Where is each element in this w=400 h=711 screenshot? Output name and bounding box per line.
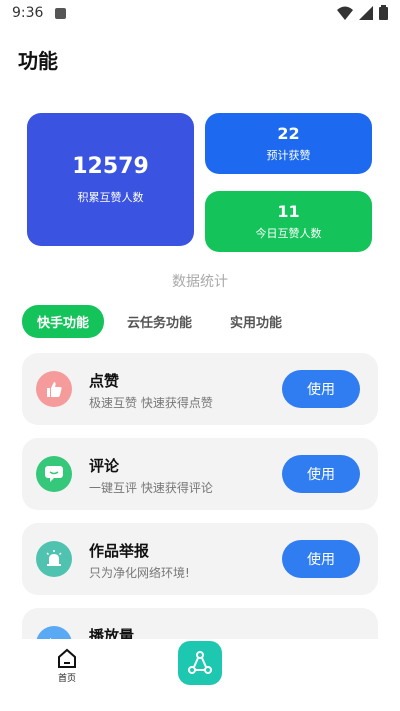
expected-likes-value: 22 [277,124,300,143]
tab-kuaishou-features[interactable]: 快手功能 [22,305,105,338]
feature-like-title: 点赞 [89,372,120,390]
nav-home-label: 首页 [57,674,76,684]
triangle-nodes-icon [188,651,212,674]
feature-report-card: 作品举报 只为净化网络环境! 使用 [22,523,378,595]
page-title: 功能 [18,49,58,73]
expected-likes-label: 预计获赞 [266,149,311,162]
report-use-button[interactable]: 使用 [282,540,360,578]
alarm-icon [36,541,72,577]
total-likes-card: 12579 积累互赞人数 [27,113,194,246]
feature-comment-desc: 一键互评 快速获得评论 [89,481,213,495]
comment-use-button[interactable]: 使用 [282,455,360,493]
battery-icon [379,5,388,20]
feature-report-desc: 只为净化网络环境! [89,566,190,580]
thumbs-up-icon [36,371,72,407]
today-likes-label: 今日互赞人数 [255,227,322,240]
today-likes-card: 11 今日互赞人数 [205,191,372,252]
nav-home[interactable]: 首页 [53,647,81,684]
feature-like-card: 点赞 极速互赞 快速获得点赞 使用 [22,353,378,425]
feature-comment-title: 评论 [89,457,120,475]
status-icons [337,5,388,20]
signal-icon [359,5,373,20]
status-time: 9:36 [12,5,44,21]
feature-comment-card: 评论 一键互评 快速获得评论 使用 [22,438,378,510]
total-likes-label: 积累互赞人数 [77,191,144,204]
app-notification-icon [55,8,66,19]
today-likes-value: 11 [277,202,300,221]
expected-likes-card: 22 预计获赞 [205,113,372,174]
tab-cloud-task-features[interactable]: 云任务功能 [112,305,207,338]
tab-utility-features[interactable]: 实用功能 [215,305,297,338]
status-bar: 9:36 [0,0,400,28]
bottom-nav: 首页 [0,639,400,711]
center-share-button[interactable] [178,641,222,685]
feature-report-title: 作品举报 [89,542,150,560]
home-icon [58,648,76,668]
wifi-icon [337,6,353,20]
stats-caption: 数据统计 [172,274,228,290]
like-use-button[interactable]: 使用 [282,370,360,408]
feature-like-desc: 极速互赞 快速获得点赞 [89,396,213,410]
comment-icon [36,456,72,492]
total-likes-value: 12579 [72,154,149,179]
feature-tabs: 快手功能 云任务功能 实用功能 [22,305,297,338]
